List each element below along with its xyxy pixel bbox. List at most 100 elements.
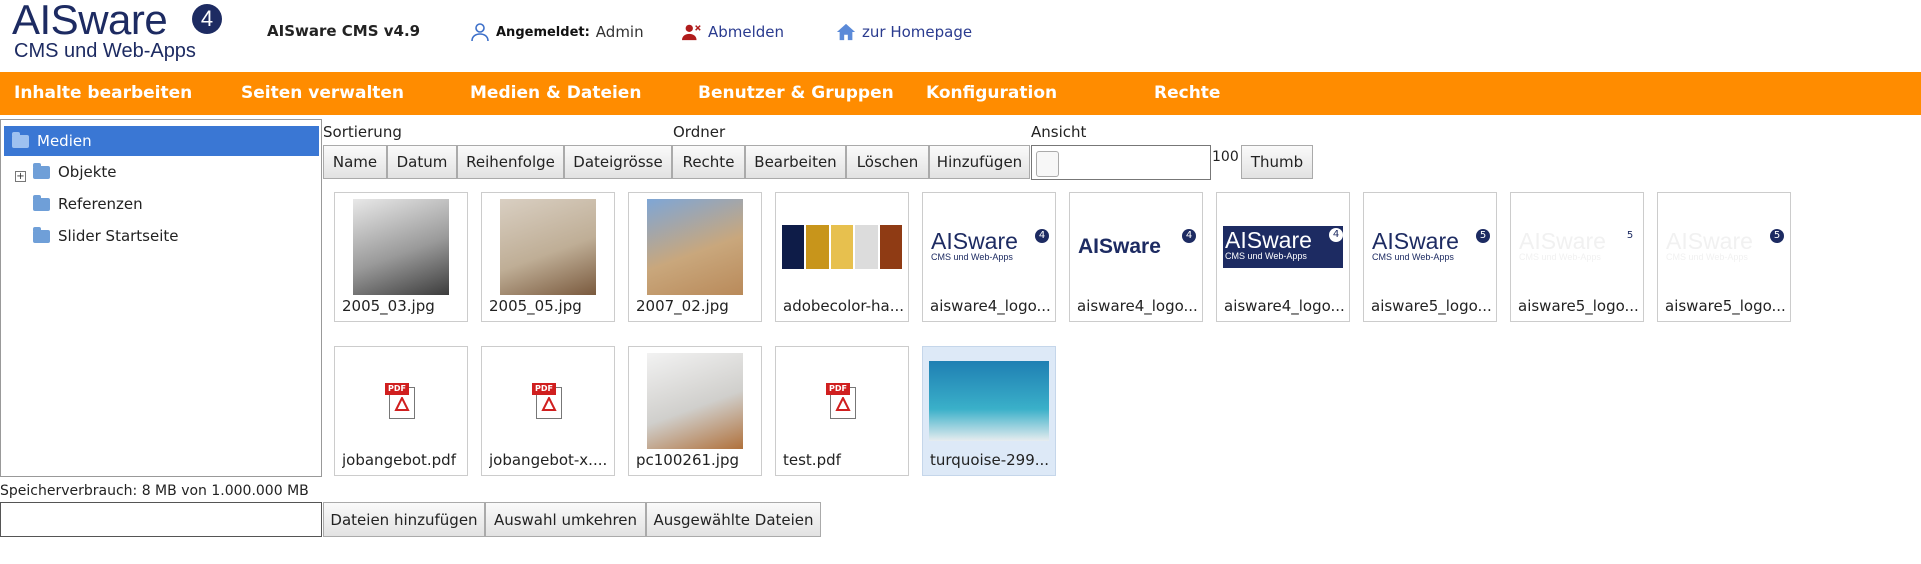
view-thumb-button[interactable]: Thumb: [1241, 145, 1313, 179]
file-name: turquoise-299...: [930, 451, 1050, 469]
file-thumbnail: AISware 4: [1076, 199, 1196, 295]
version-label: AISware CMS v4.9: [267, 22, 421, 40]
folder-icon: [33, 226, 50, 243]
tree-item-label: Objekte: [58, 163, 117, 181]
tree-item-media[interactable]: Medien: [4, 126, 319, 156]
logo-badge: 4: [1182, 229, 1196, 243]
logo-badge: 5: [1770, 229, 1784, 243]
expand-icon[interactable]: +: [15, 171, 26, 182]
logo-text: AISware: [931, 228, 1018, 254]
file-card[interactable]: PDF test.pdf: [775, 346, 909, 476]
logo-text: AISware: [1519, 228, 1606, 254]
logo-text: AISware: [1078, 235, 1161, 258]
file-card[interactable]: AISware 5 CMS und Web-Apps aisware5_logo...: [1510, 192, 1644, 322]
file-name: aisware4_logo...: [1224, 297, 1345, 315]
home-icon: [836, 23, 856, 41]
tree-item-references[interactable]: Referenzen: [33, 189, 143, 219]
file-thumbnail: AISware 4 CMS und Web-Apps: [1223, 199, 1343, 295]
folder-label: Ordner: [673, 123, 726, 141]
nav-permissions[interactable]: Rechte: [1154, 83, 1220, 103]
thumb-size-input[interactable]: [1031, 145, 1211, 180]
header: AISware 4 CMS und Web-Apps AISware CMS v…: [0, 0, 1921, 72]
logo-tagline: CMS und Web-Apps: [1372, 252, 1454, 262]
logout-label: Abmelden: [708, 23, 785, 41]
file-card[interactable]: AISware 4 aisware4_logo...: [1069, 192, 1203, 322]
folder-delete-button[interactable]: Löschen: [846, 145, 929, 179]
nav-pages[interactable]: Seiten verwalten: [241, 83, 404, 103]
logo-badge: 5: [1476, 229, 1490, 243]
sort-date-button[interactable]: Datum: [387, 145, 457, 179]
sort-label: Sortierung: [323, 123, 402, 141]
file-name: aisware5_logo...: [1371, 297, 1492, 315]
pdf-icon: PDF: [826, 383, 858, 419]
file-card[interactable]: pc100261.jpg: [628, 346, 762, 476]
logo-text: AISware: [1666, 228, 1753, 254]
tree-item-label: Medien: [37, 132, 92, 150]
file-name: jobangebot-x....: [489, 451, 608, 469]
login-label: Angemeldet:: [496, 24, 590, 40]
thumb-size-value: 100: [1212, 149, 1239, 165]
user-icon: [471, 23, 489, 42]
logo-tagline: CMS und Web-Apps: [931, 252, 1013, 262]
logo-tagline: CMS und Web-Apps: [1225, 251, 1307, 261]
nav-media[interactable]: Medien & Dateien: [470, 83, 641, 103]
logo-tagline: CMS und Web-Apps: [14, 40, 196, 62]
file-card[interactable]: 2005_05.jpg: [481, 192, 615, 322]
login-status: Angemeldet: Admin: [470, 22, 644, 42]
tree-item-label: Referenzen: [58, 195, 143, 213]
file-thumbnail: AISware 5 CMS und Web-Apps: [1517, 199, 1637, 295]
file-card[interactable]: turquoise-299...: [922, 346, 1056, 476]
folder-edit-button[interactable]: Bearbeiten: [745, 145, 846, 179]
file-name: aisware5_logo...: [1518, 297, 1639, 315]
logout-link[interactable]: Abmelden: [682, 22, 784, 42]
file-thumbnail: [782, 199, 903, 295]
file-thumbnail: [635, 199, 755, 295]
file-name: pc100261.jpg: [636, 451, 740, 469]
file-name: aisware4_logo...: [1077, 297, 1198, 315]
file-card[interactable]: AISware 4 CMS und Web-Apps aisware4_logo...: [922, 192, 1056, 322]
logo-badge: 4: [192, 4, 222, 34]
file-card[interactable]: PDF jobangebot-x....: [481, 346, 615, 476]
logo-badge: 5: [1626, 230, 1634, 241]
pdf-icon: PDF: [385, 383, 417, 419]
file-name: adobecolor-ha...: [783, 297, 905, 315]
file-upload-input[interactable]: [0, 502, 322, 537]
logo-text: AISware: [1225, 227, 1312, 253]
sort-size-button[interactable]: Dateigrösse: [564, 145, 672, 179]
nav-users-groups[interactable]: Benutzer & Gruppen: [698, 83, 894, 103]
thumb-size-handle[interactable]: [1036, 151, 1059, 177]
sort-name-button[interactable]: Name: [323, 145, 387, 179]
folder-icon: [33, 162, 50, 179]
folder-permissions-button[interactable]: Rechte: [672, 145, 745, 179]
file-card[interactable]: 2007_02.jpg: [628, 192, 762, 322]
logo-badge: 4: [1035, 229, 1049, 243]
add-files-button[interactable]: Dateien hinzufügen: [323, 502, 485, 537]
folder-add-button[interactable]: Hinzufügen: [929, 145, 1030, 179]
nav-configuration[interactable]: Konfiguration: [926, 83, 1057, 103]
storage-usage: Speicherverbrauch: 8 MB von 1.000.000 MB: [0, 483, 309, 499]
logo-badge: 4: [1329, 228, 1343, 242]
logo-text: AISware: [12, 0, 168, 43]
file-card[interactable]: AISware 5 CMS und Web-Apps aisware5_logo...: [1363, 192, 1497, 322]
homepage-link[interactable]: zur Homepage: [836, 22, 972, 42]
selected-files-button[interactable]: Ausgewählte Dateien: [646, 502, 821, 537]
sort-order-button[interactable]: Reihenfolge: [457, 145, 564, 179]
file-card[interactable]: 2005_03.jpg: [334, 192, 468, 322]
file-card[interactable]: PDF jobangebot.pdf: [334, 346, 468, 476]
folder-icon: [12, 131, 29, 148]
invert-selection-button[interactable]: Auswahl umkehren: [485, 502, 646, 537]
file-name: 2005_03.jpg: [342, 297, 435, 315]
file-card[interactable]: adobecolor-ha...: [775, 192, 909, 322]
file-card[interactable]: AISware 4 CMS und Web-Apps aisware4_logo...: [1216, 192, 1350, 322]
file-thumbnail: [488, 199, 608, 295]
folder-icon: [33, 194, 50, 211]
tree-item-objects[interactable]: Objekte: [33, 157, 117, 187]
tree-item-slider[interactable]: Slider Startseite: [33, 221, 179, 251]
nav-content[interactable]: Inhalte bearbeiten: [14, 83, 192, 103]
view-label: Ansicht: [1031, 123, 1087, 141]
file-name: test.pdf: [783, 451, 841, 469]
file-thumbnail: [929, 353, 1049, 449]
logo[interactable]: AISware 4 CMS und Web-Apps: [12, 0, 227, 64]
file-card[interactable]: AISware 5 CMS und Web-Apps aisware5_logo...: [1657, 192, 1791, 322]
file-thumbnail: PDF: [341, 353, 461, 449]
